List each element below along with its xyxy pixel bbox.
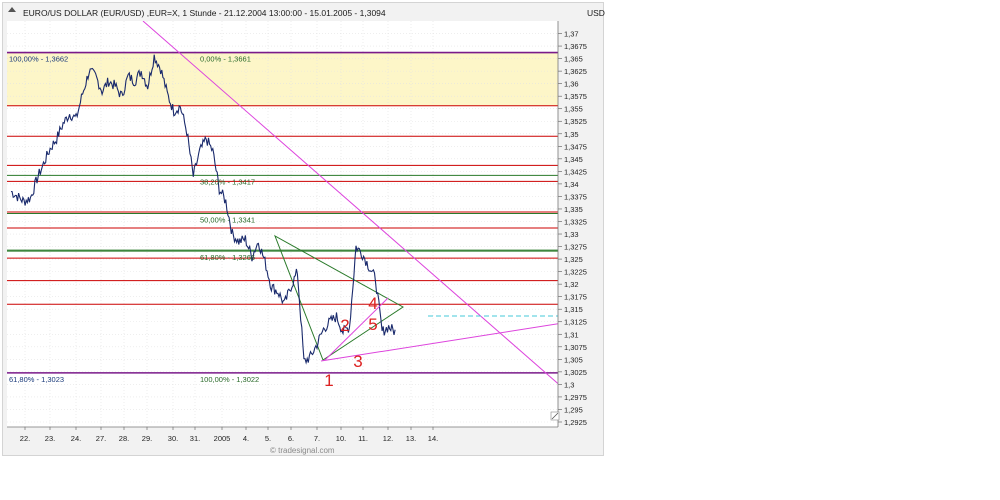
x-tick-label: 29. [142,434,152,443]
fib-label-mid: 61,80% - 1,3266 [200,253,255,262]
y-tick-label: 1,3375 [564,192,587,201]
x-tick-label: 23. [45,434,55,443]
x-tick-label: 22. [20,434,30,443]
y-tick-label: 1,325 [564,255,583,264]
fib-label-left: 100,00% - 1,3662 [9,55,68,64]
y-tick-label: 1,335 [564,205,583,214]
y-tick-label: 1,315 [564,305,583,314]
chart-svg: 12345 100,00% - 1,3662 0,00% - 1,366138,2… [7,7,605,455]
x-tick-label: 11. [358,434,368,443]
y-tick-label: 1,3475 [564,142,587,151]
wave-label: 3 [353,352,362,371]
x-tick-label: 14. [428,434,438,443]
fib-zone [7,52,558,106]
y-tick-label: 1,305 [564,355,583,364]
x-tick-label: 12. [383,434,393,443]
y-tick-label: 1,3625 [564,67,587,76]
y-tick-label: 1,365 [564,55,583,64]
x-tick-label: 5. [265,434,271,443]
x-tick-label: 28. [119,434,129,443]
wave-label: 2 [340,316,349,335]
y-tick-label: 1,2925 [564,418,587,427]
y-tick-label: 1,35 [564,130,579,139]
x-tick-label: 24. [71,434,81,443]
y-tick-label: 1,3575 [564,92,587,101]
y-tick-label: 1,33 [564,230,579,239]
y-tick-label: 1,355 [564,105,583,114]
resize-corner-icon[interactable] [550,411,560,421]
wave-label: 4 [368,294,377,313]
y-tick-label: 1,2975 [564,393,587,402]
y-tick-label: 1,3175 [564,293,587,302]
x-tick-label: 7. [314,434,320,443]
y-tick-label: 1,3 [564,380,574,389]
x-tick-label: 27. [96,434,106,443]
currency-label: USD [587,8,605,18]
wave-label: 1 [324,371,333,390]
x-tick-label: 13. [406,434,416,443]
y-tick-label: 1,3675 [564,42,587,51]
y-tick-label: 1,34 [564,180,579,189]
fib-label-mid: 50,00% - 1,3341 [200,215,255,224]
chart-frame: 12345 100,00% - 1,3662 0,00% - 1,3661 38,2… [2,2,605,456]
chart-title: EURO/US DOLLAR (EUR/USD) ,EUR=X, 1 Stund… [23,8,386,18]
y-tick-label: 1,3075 [564,343,587,352]
x-tick-label: 30. [168,434,178,443]
fib-label-mid: 38,20% - 1,3417 [200,177,255,186]
x-tick-label: 10. [336,434,346,443]
y-tick-label: 1,31 [564,330,579,339]
y-tick-label: 1,3025 [564,368,587,377]
y-tick-label: 1,37 [564,30,579,39]
x-tick-label: 6. [288,434,294,443]
y-tick-label: 1,32 [564,280,579,289]
x-tick-label: 2005 [214,434,231,443]
y-tick-label: 1,3125 [564,318,587,327]
chart-menu-icon[interactable] [8,7,16,12]
x-tick-label: 4. [243,434,249,443]
fib-label-left: 61,80% - 1,3023 [9,375,64,384]
y-tick-label: 1,3425 [564,167,587,176]
y-tick-label: 1,295 [564,405,583,414]
fib-label-mid: 0,00% - 1,3661 [200,55,251,64]
y-tick-label: 1,345 [564,155,583,164]
y-tick-label: 1,3225 [564,268,587,277]
y-tick-label: 1,3325 [564,217,587,226]
wave-label: 5 [368,315,377,334]
fib-label-mid: 100,00% - 1,3022 [200,375,259,384]
y-tick-label: 1,3275 [564,243,587,252]
x-tick-label: 31. [190,434,200,443]
y-tick-label: 1,36 [564,80,579,89]
y-tick-label: 1,3525 [564,117,587,126]
watermark: © tradesignal.com [270,446,335,455]
